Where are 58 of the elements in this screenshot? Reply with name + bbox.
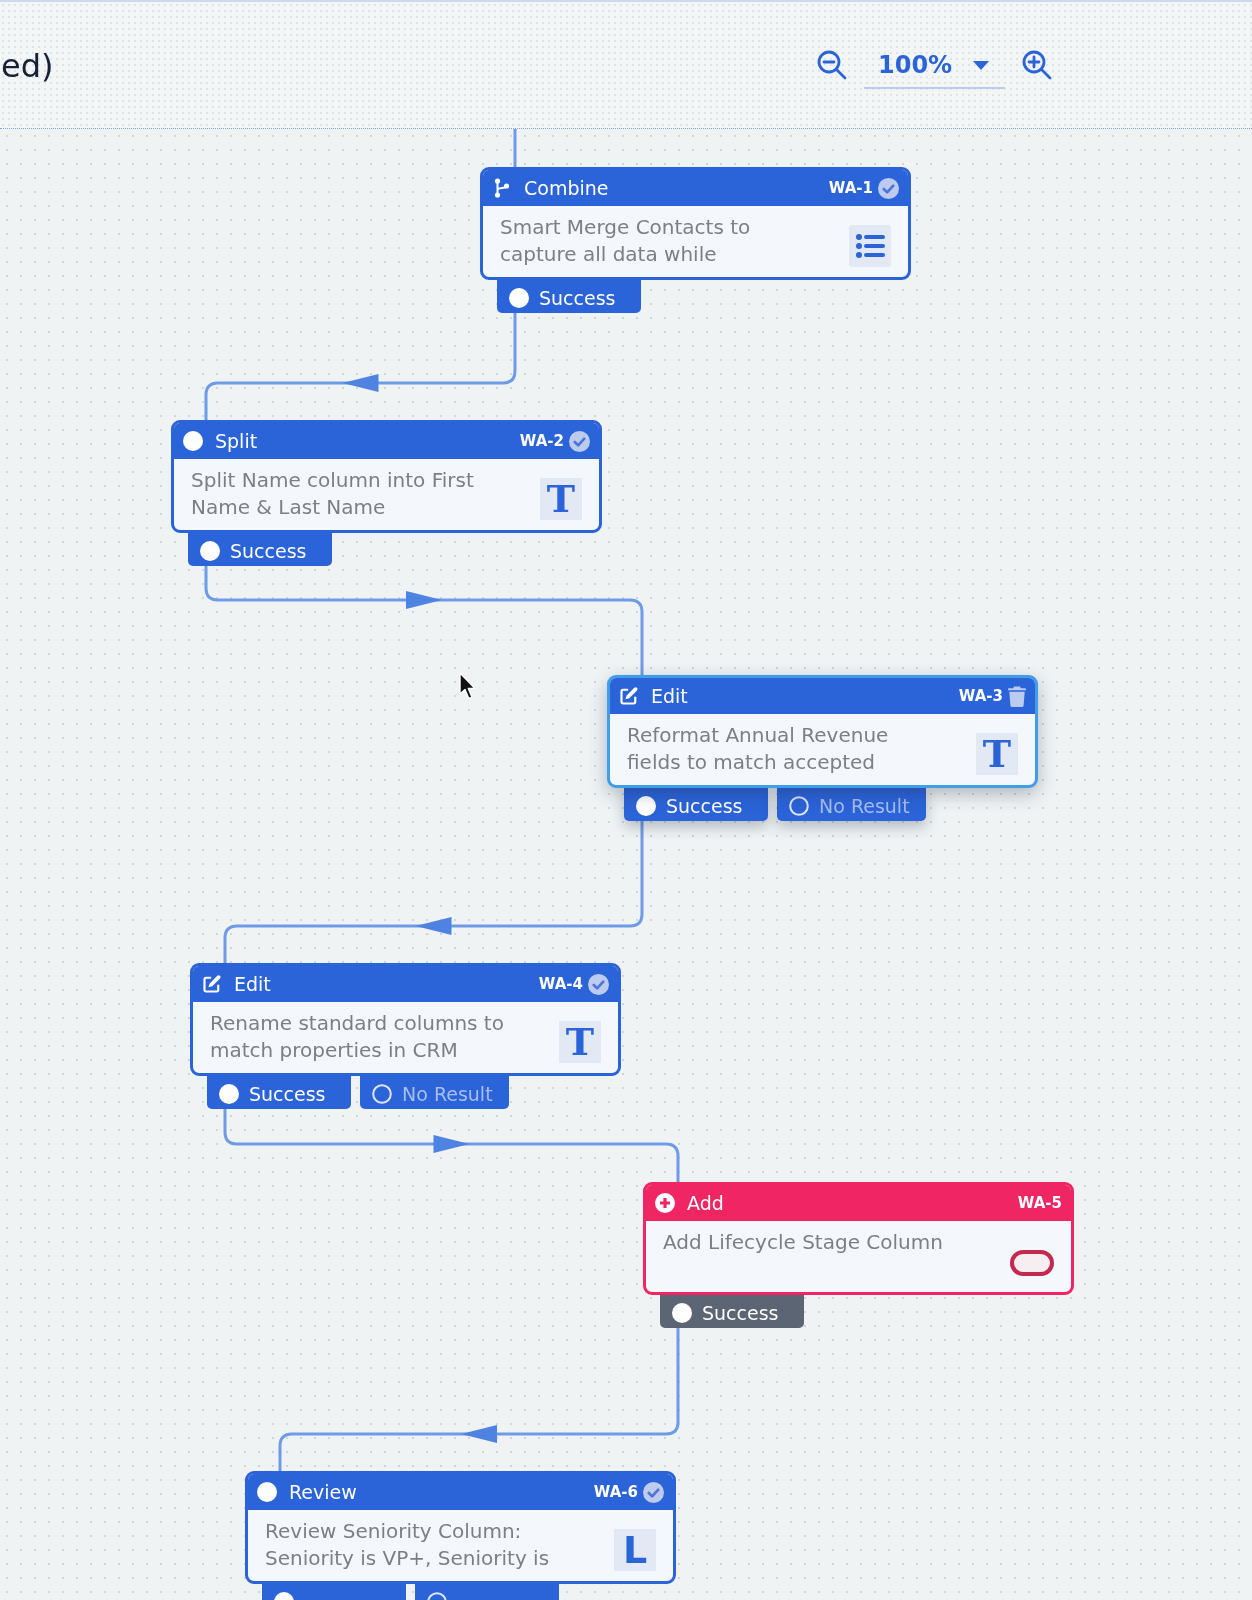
workflow-node[interactable]: Review WA-6 Review Seniority Column: Seniority is VP+, Seniority is L [245,1471,676,1584]
port-circle-icon [789,795,809,816]
edit-icon [202,974,222,994]
port-circle-icon [636,795,656,816]
caret-icon [973,60,990,70]
node-id: WA-3 [958,687,1003,705]
workflow-node[interactable]: Combine WA-1 Smart Merge Contacts to capture all data while [480,167,911,280]
node-title: Review [289,1481,357,1503]
dot-icon [183,431,203,451]
type-glyph: T [540,478,582,520]
output-tag[interactable]: Success [497,280,641,313]
zoom-out-icon[interactable] [816,49,848,81]
output-tag[interactable]: No Result [360,1076,509,1109]
output-tag[interactable]: No Result [777,788,926,821]
list-icon [849,225,891,267]
node-title: Combine [524,177,609,199]
node-description: Rename standard columns to match properties in CRM [210,1010,505,1064]
page-title: ed) [1,47,54,85]
output-tag[interactable]: Success [660,1295,804,1328]
trash-icon[interactable] [1008,685,1026,707]
port-circle-icon [672,1302,692,1323]
workflow-node[interactable]: Split WA-2 Split Name column into First Name & Last Name T [171,420,602,533]
port-circle-icon [219,1083,239,1104]
node-id: WA-4 [538,975,583,993]
connector-line [513,129,517,167]
node-description: Smart Merge Contacts to capture all data while [500,214,752,268]
output-tag[interactable]: Success [624,788,768,821]
workflow-node[interactable]: Edit WA-4 Rename standard columns to match properties in CRM T [190,963,621,1076]
port-circle-icon [200,540,220,561]
output-tag[interactable]: Success [188,533,332,566]
node-description: Add Lifecycle Stage Column [663,1229,944,1256]
type-glyph: L [614,1529,656,1571]
type-glyph: T [976,733,1018,775]
type-glyph: T [559,1021,601,1063]
node-id: WA-1 [828,179,873,197]
node-id: WA-6 [593,1483,638,1501]
node-id: WA-5 [1017,1194,1062,1212]
edit-icon [619,686,639,706]
pill-icon [1010,1250,1054,1276]
zoom-dropdown[interactable]: 100% [864,45,1005,89]
branch-icon [492,178,512,198]
node-title: Edit [651,685,688,707]
port-circle-icon [509,287,529,308]
cursor-icon [459,672,477,700]
zoom-in-icon[interactable] [1021,49,1053,81]
workflow-node[interactable]: Add WA-5 Add Lifecycle Stage Column [643,1182,1074,1295]
port-circle-icon [372,1083,392,1104]
node-id: WA-2 [519,432,564,450]
node-description: Reformat Annual Revenue fields to match accepted [627,722,890,776]
node-title: Split [215,430,258,452]
dot-icon [257,1482,277,1502]
node-description: Split Name column into First Name & Last Name [191,467,475,521]
node-title: Edit [234,973,271,995]
node-title: Add [687,1192,724,1214]
node-description: Review Seniority Column: Seniority is VP+, Seniority is [265,1518,551,1572]
output-tag[interactable]: Success [207,1076,351,1109]
workflow-node[interactable]: Edit WA-3 Reformat Annual Revenue fields to match accepted T [607,675,1038,788]
plus-circle-icon [655,1193,675,1213]
